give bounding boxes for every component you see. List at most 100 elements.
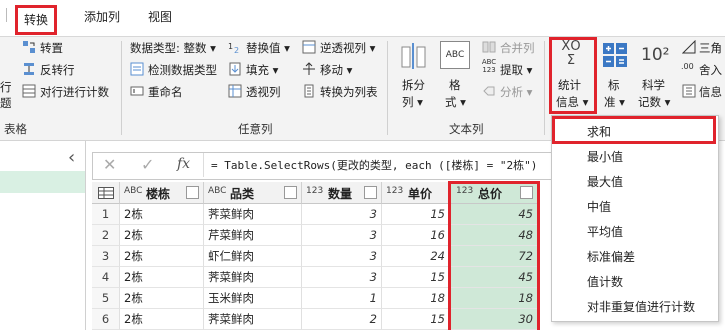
- cell-building[interactable]: 2栋: [120, 204, 204, 225]
- row-number[interactable]: 5: [92, 288, 120, 309]
- column-header-category[interactable]: ABC 品类: [204, 182, 302, 204]
- tab-view[interactable]: 视图: [148, 8, 172, 25]
- rename-button[interactable]: 重命名: [148, 84, 183, 100]
- scientific-icon: 10²: [641, 45, 670, 65]
- row-number[interactable]: 4: [92, 267, 120, 288]
- cell-category[interactable]: 虾仁鲜肉: [204, 246, 302, 267]
- cell-category[interactable]: 芹菜鲜肉: [204, 225, 302, 246]
- statistics-highlight: [549, 37, 597, 114]
- trigonometry-button[interactable]: 三角: [699, 40, 722, 56]
- cell-unit-price[interactable]: 15: [382, 267, 450, 288]
- scientific-label-1[interactable]: 科学: [642, 77, 665, 93]
- filter-dropdown-icon[interactable]: [284, 186, 297, 199]
- collapse-pane-button[interactable]: ‹: [68, 147, 75, 168]
- split-column-button[interactable]: 列 ▾: [402, 94, 423, 110]
- count-rows-icon: [22, 84, 36, 98]
- move-button[interactable]: 移动 ▾: [320, 62, 352, 78]
- cell-unit-price[interactable]: 16: [382, 225, 450, 246]
- convert-to-list-button[interactable]: 转换为列表: [320, 84, 378, 100]
- filter-dropdown-icon[interactable]: [364, 186, 377, 199]
- menu-item-maximum[interactable]: 最大值: [587, 173, 623, 190]
- queries-pane: [0, 141, 86, 330]
- extract-button[interactable]: 提取 ▾: [500, 62, 532, 78]
- menu-item-average[interactable]: 平均值: [587, 223, 623, 240]
- text-type-icon[interactable]: ABC: [208, 186, 226, 196]
- menu-item-count-values[interactable]: 值计数: [587, 273, 623, 290]
- replace-values-button[interactable]: 替换值 ▾: [246, 40, 290, 56]
- row-number[interactable]: 6: [92, 309, 120, 330]
- column-header-label: 楼栋: [146, 187, 171, 201]
- number-type-icon[interactable]: 123: [306, 186, 323, 196]
- detect-data-type-button[interactable]: 检测数据类型: [148, 62, 217, 78]
- transpose-button[interactable]: 转置: [40, 40, 63, 56]
- cell-unit-price[interactable]: 24: [382, 246, 450, 267]
- cell-category[interactable]: 荠菜鲜肉: [204, 204, 302, 225]
- confirm-formula-icon[interactable]: ✓: [141, 155, 154, 174]
- format-button[interactable]: 式 ▾: [445, 94, 466, 110]
- column-header-quantity[interactable]: 123 数量: [302, 182, 382, 204]
- statistics-menu: 求和 最小值 最大值 中值 平均值 标准偏差 值计数 对非重复值进行计数: [551, 115, 719, 322]
- filter-applied-icon[interactable]: [186, 186, 199, 199]
- group-separator: [544, 41, 545, 135]
- table-menu-corner[interactable]: [92, 182, 120, 204]
- information-button[interactable]: 信息: [699, 84, 722, 100]
- group-label-text-column: 文本列: [449, 122, 484, 136]
- reverse-rows-button[interactable]: 反转行: [40, 62, 75, 78]
- pivot-column-button[interactable]: 透视列: [246, 84, 281, 100]
- cell-quantity[interactable]: 2: [302, 309, 382, 330]
- column-header-label: 单价: [408, 187, 433, 201]
- row-number[interactable]: 1: [92, 204, 120, 225]
- merge-columns-button[interactable]: 合并列: [500, 40, 535, 56]
- rounding-button[interactable]: 舍入: [699, 62, 722, 78]
- scientific-button[interactable]: 记数 ▾: [638, 94, 670, 110]
- column-header-building[interactable]: ABC 楼栋: [120, 182, 204, 204]
- transpose-icon: [23, 41, 35, 53]
- data-type-dropdown[interactable]: 数据类型: 整数 ▾: [130, 40, 216, 56]
- ribbon-left-fragment-1[interactable]: 行: [0, 79, 12, 95]
- cell-category[interactable]: 荠菜鲜肉: [204, 309, 302, 330]
- cell-category[interactable]: 荠菜鲜肉: [204, 267, 302, 288]
- cell-category[interactable]: 玉米鲜肉: [204, 288, 302, 309]
- cell-building[interactable]: 2栋: [120, 246, 204, 267]
- reverse-rows-icon: [24, 63, 34, 75]
- cell-quantity[interactable]: 3: [302, 246, 382, 267]
- fill-button[interactable]: 填充 ▾: [246, 62, 278, 78]
- menu-item-std-dev[interactable]: 标准偏差: [587, 248, 635, 265]
- cell-unit-price[interactable]: 18: [382, 288, 450, 309]
- row-number[interactable]: 2: [92, 225, 120, 246]
- cell-building[interactable]: 2栋: [120, 225, 204, 246]
- count-rows-button[interactable]: 对行进行计数: [40, 84, 109, 100]
- format-label-1[interactable]: 格: [449, 77, 461, 93]
- cell-building[interactable]: 2栋: [120, 267, 204, 288]
- unpivot-columns-button[interactable]: 逆透视列 ▾: [320, 40, 375, 56]
- formula-input[interactable]: = Table.SelectRows(更改的类型, each ([楼栋] = "…: [211, 157, 551, 173]
- move-icon: [303, 62, 315, 75]
- cell-quantity[interactable]: 3: [302, 267, 382, 288]
- selected-query-item[interactable]: [0, 171, 85, 193]
- standard-button[interactable]: 准 ▾: [604, 94, 625, 110]
- tab-add-column[interactable]: 添加列: [84, 8, 120, 25]
- text-type-icon[interactable]: ABC: [124, 186, 142, 196]
- cell-building[interactable]: 2栋: [120, 288, 204, 309]
- split-column-icon: [401, 43, 426, 69]
- extract-icon: ABC 123: [481, 58, 497, 74]
- menu-item-median[interactable]: 中值: [587, 198, 611, 215]
- cancel-formula-icon[interactable]: ✕: [103, 155, 116, 174]
- number-type-icon[interactable]: 123: [386, 186, 403, 196]
- tab-transform[interactable]: 转换: [15, 5, 58, 35]
- formula-bar: ✕ ✓ fx = Table.SelectRows(更改的类型, each ([…: [92, 152, 556, 180]
- menu-item-minimum[interactable]: 最小值: [587, 148, 623, 165]
- cell-unit-price[interactable]: 15: [382, 204, 450, 225]
- row-number[interactable]: 3: [92, 246, 120, 267]
- standard-label-1[interactable]: 标: [608, 77, 620, 93]
- cell-quantity[interactable]: 3: [302, 225, 382, 246]
- ribbon-left-fragment-2[interactable]: 题: [0, 95, 12, 111]
- cell-unit-price[interactable]: 15: [382, 309, 450, 330]
- fx-icon[interactable]: fx: [177, 156, 190, 172]
- cell-quantity[interactable]: 1: [302, 288, 382, 309]
- cell-building[interactable]: 2栋: [120, 309, 204, 330]
- parse-button[interactable]: 分析 ▾: [500, 84, 532, 100]
- cell-quantity[interactable]: 3: [302, 204, 382, 225]
- menu-item-count-distinct[interactable]: 对非重复值进行计数: [587, 298, 695, 315]
- split-column-label-1[interactable]: 拆分: [402, 77, 425, 93]
